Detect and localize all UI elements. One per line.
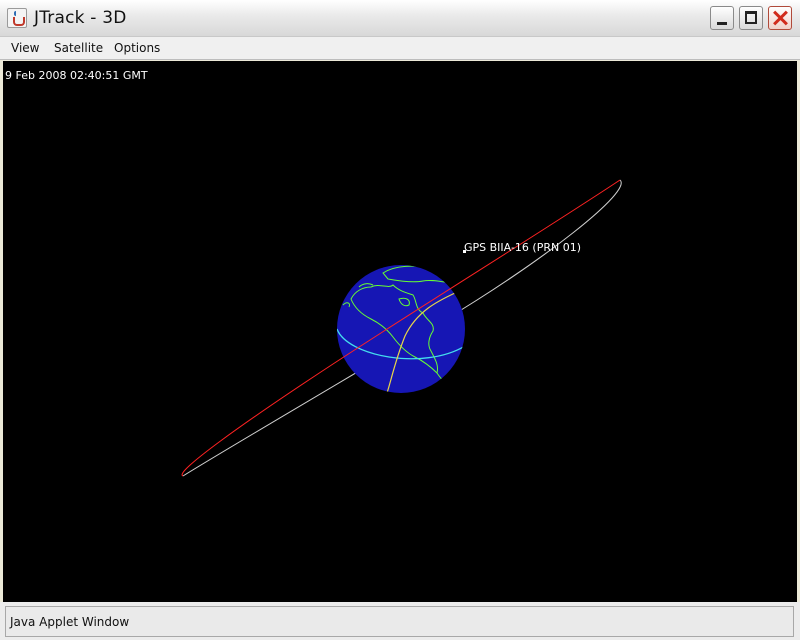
status-panel: Java Applet Window	[5, 606, 794, 637]
minimize-button[interactable]	[710, 6, 734, 30]
menu-satellite[interactable]: Satellite	[52, 40, 105, 56]
title-bar[interactable]: JTrack - 3D	[0, 0, 800, 37]
status-bar: Java Applet Window	[0, 602, 800, 640]
status-text: Java Applet Window	[10, 615, 130, 629]
menu-options[interactable]: Options	[112, 40, 162, 56]
3d-globe-view[interactable]: 9 Feb 2008 02:40:51 GMT GPS BIIA-16 (PRN…	[3, 61, 797, 602]
menu-bar: View Satellite Options	[0, 37, 800, 60]
maximize-button[interactable]	[739, 6, 763, 30]
window-title: JTrack - 3D	[34, 8, 127, 28]
satellite-label[interactable]: GPS BIIA-16 (PRN 01)	[464, 241, 581, 254]
timestamp-label: 9 Feb 2008 02:40:51 GMT	[5, 69, 148, 82]
globe-canvas	[181, 179, 622, 477]
earth-globe	[337, 265, 465, 393]
menu-view[interactable]: View	[9, 40, 41, 56]
java-cup-icon	[7, 8, 27, 28]
close-button[interactable]	[768, 6, 792, 30]
